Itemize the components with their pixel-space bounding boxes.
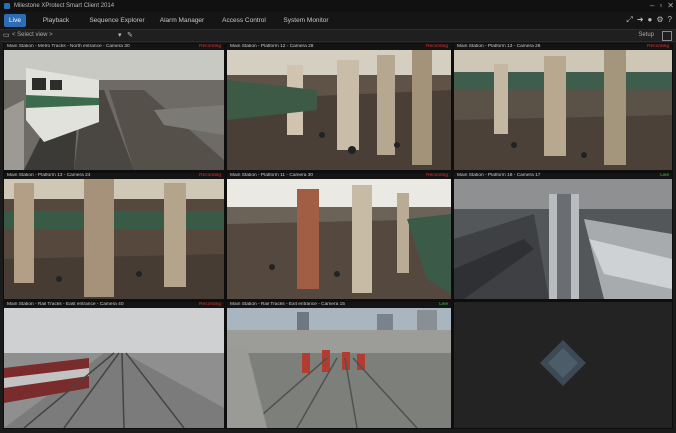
camera-tile[interactable]: Main Station - Metro Tracks - North entr… bbox=[4, 44, 224, 170]
camera-feed-platform-11 bbox=[227, 179, 451, 299]
camera-feed-rail-tracks-east bbox=[4, 308, 224, 428]
help-icon[interactable]: ? bbox=[668, 15, 672, 25]
status-icon[interactable]: ● bbox=[648, 15, 653, 25]
pencil-icon[interactable]: ✎ bbox=[127, 31, 133, 39]
empty-view-slot[interactable] bbox=[454, 302, 672, 428]
camera-tile[interactable]: Main Station - Platform 11 - Camera 30 Re… bbox=[227, 173, 451, 299]
window-controls: – ▫ ✕ bbox=[650, 1, 674, 10]
window-title: Milestone XProtect Smart Client 2014 bbox=[14, 3, 115, 9]
tab-system-monitor[interactable]: System Monitor bbox=[276, 14, 336, 27]
setup-button[interactable]: Setup bbox=[638, 32, 654, 38]
tab-playback[interactable]: Playback bbox=[30, 14, 82, 27]
camera-feed-platform-12 bbox=[227, 50, 451, 170]
camera-feed-platform-13 bbox=[454, 50, 672, 170]
camera-tile[interactable]: Main Station - Platform 18 - Camera 17 Li… bbox=[454, 173, 672, 299]
milestone-logo-icon bbox=[540, 340, 586, 386]
camera-tile[interactable]: Main Station - Platform 13 - Camera 24 Re… bbox=[4, 173, 224, 299]
camera-feed-platform-18 bbox=[454, 179, 672, 299]
main-tabs: Live Playback Sequence Explorer Alarm Ma… bbox=[0, 12, 676, 30]
arrow-icon[interactable]: ➜ bbox=[637, 15, 644, 25]
camera-feed-rail-tracks-exit bbox=[227, 308, 451, 428]
tab-sequence-explorer[interactable]: Sequence Explorer bbox=[84, 14, 150, 27]
dropdown-arrow-icon[interactable]: ▾ bbox=[118, 31, 122, 39]
split-view-icon[interactable]: ▭ bbox=[3, 31, 10, 39]
title-bar: Milestone XProtect Smart Client 2014 – ▫… bbox=[0, 0, 676, 12]
camera-tile[interactable]: Main Station - Platform 13 - Camera 26 Re… bbox=[454, 44, 672, 170]
minimize-icon[interactable]: – bbox=[650, 1, 654, 10]
tab-access-control[interactable]: Access Control bbox=[214, 14, 274, 27]
maximize-icon[interactable]: ▫ bbox=[659, 1, 662, 10]
view-selector[interactable]: < Select view > bbox=[12, 32, 53, 38]
global-toolbar: ⤢ ➜ ● ⚙ ? bbox=[626, 15, 672, 25]
camera-tile[interactable]: Main Station - Rail Tracks - Exit entran… bbox=[227, 302, 451, 428]
camera-feed-platform-13-b bbox=[4, 179, 224, 299]
tab-alarm-manager[interactable]: Alarm Manager bbox=[152, 14, 212, 27]
camera-grid: Main Station - Metro Tracks - North entr… bbox=[3, 43, 673, 429]
camera-tile[interactable]: Main Station - Platform 12 - Camera 28 Re… bbox=[227, 44, 451, 170]
fullscreen-icon[interactable] bbox=[662, 31, 672, 41]
camera-tile[interactable]: Main Station - Rail Tracks - East entran… bbox=[4, 302, 224, 428]
camera-feed-metro-tracks bbox=[4, 50, 224, 170]
tab-live[interactable]: Live bbox=[4, 14, 26, 27]
view-toolbar: ▭ < Select view > ▾ ✎ Setup bbox=[0, 30, 676, 42]
smart-client-window: Milestone XProtect Smart Client 2014 – ▫… bbox=[0, 0, 676, 431]
resize-icon[interactable]: ⤢ bbox=[626, 15, 632, 25]
app-logo-icon bbox=[4, 3, 10, 9]
gear-icon[interactable]: ⚙ bbox=[656, 15, 663, 25]
close-icon[interactable]: ✕ bbox=[667, 1, 674, 10]
